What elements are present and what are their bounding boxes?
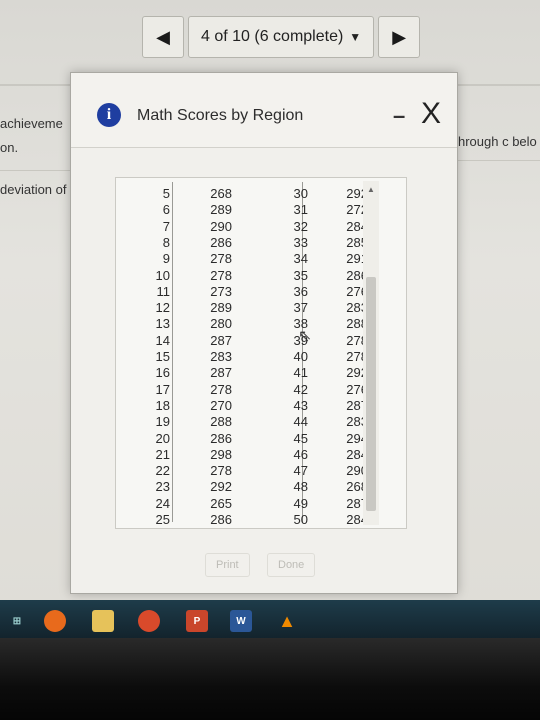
question-pager-dropdown[interactable]: 4 of 10 (6 complete) ▼	[188, 16, 375, 58]
desk-surface	[0, 638, 540, 720]
background-text-on: on.	[0, 140, 19, 155]
print-button[interactable]: Print	[205, 553, 250, 577]
table-row: 17 278 42 276	[128, 382, 378, 398]
table-row: 5 268 30 292	[128, 186, 378, 202]
table-row: 11 273 36 276	[128, 284, 378, 300]
minimize-icon[interactable]: –	[393, 103, 405, 129]
table-cell: 283	[346, 300, 368, 316]
dialog-title: Math Scores by Region	[137, 107, 304, 124]
table-row: 14 287 39 278	[128, 333, 378, 349]
table-row: 9 278 34 291	[128, 251, 378, 267]
table-cell: 285	[346, 234, 368, 250]
table-cell: 294	[346, 430, 368, 446]
table-cell: 291	[346, 251, 368, 267]
scroll-up-icon[interactable]: ▲	[367, 185, 375, 194]
background-text-achievement: achieveme	[0, 116, 63, 131]
table-cell: 284	[346, 512, 368, 527]
previous-question-button[interactable]: ◀	[142, 16, 184, 58]
table-row: 15 283 40 278	[128, 349, 378, 365]
windows-icon[interactable]: ⊞	[6, 610, 28, 632]
table-cell: 278	[346, 349, 368, 364]
scrollbar-thumb[interactable]	[366, 277, 376, 511]
table-row: 22 278 47 290	[128, 463, 378, 479]
next-question-button[interactable]: ▶	[378, 16, 421, 58]
table-row: 10 278 35 286	[128, 268, 378, 284]
powerpoint-icon[interactable]: P	[186, 610, 208, 632]
arrow-right-icon: ▶	[392, 26, 407, 47]
table-row: 20 286 45 294	[128, 431, 378, 447]
math-scores-dialog: i Math Scores by Region – X 5 268 30 292 6 28…	[70, 72, 458, 594]
background-divider-right	[456, 160, 540, 161]
background-text-deviation: deviation of	[0, 182, 67, 197]
table-cell: 276	[346, 283, 368, 299]
table-cell: 287	[346, 397, 368, 413]
vlc-icon[interactable]: ▲	[276, 610, 298, 632]
table-cell: 286	[346, 267, 368, 283]
table-cell: 292	[346, 186, 368, 201]
table-cell: 284	[346, 218, 368, 234]
word-icon[interactable]: W	[230, 610, 252, 632]
table-cell: 278	[346, 332, 368, 348]
table-cell: 288	[346, 316, 368, 332]
table-row: 23 292 48 268	[128, 479, 378, 495]
chevron-down-icon: ▼	[349, 30, 362, 44]
table-row: 7 290 32 284	[128, 219, 378, 235]
question-navigator: ◀ 4 of 10 (6 complete) ▼ ▶	[142, 14, 421, 60]
table-row: 8 286 33 285	[128, 235, 378, 251]
table-cell: 292	[346, 365, 368, 381]
scrollbar[interactable]: ▲	[363, 181, 379, 525]
table-cell: 287	[346, 495, 368, 511]
table-cell: 290	[346, 463, 368, 479]
table-cell: 284	[346, 446, 368, 462]
background-divider-left	[0, 170, 70, 171]
done-button[interactable]: Done	[267, 553, 316, 577]
firefox-icon[interactable]	[44, 610, 66, 632]
table-row: 16 287 41 292	[128, 365, 378, 381]
table-row: 25 286 50 284	[128, 512, 378, 528]
background-text-through: hrough c belo	[458, 134, 537, 149]
chrome-icon[interactable]	[138, 610, 160, 632]
file-explorer-icon[interactable]	[92, 610, 114, 632]
pager-text: 4 of 10 (6 complete)	[201, 28, 344, 45]
table-row: 19 288 44 283	[128, 414, 378, 430]
table-row: 18 270 43 287	[128, 398, 378, 414]
close-icon[interactable]: X	[421, 97, 441, 131]
mouse-cursor-icon: ⇖	[298, 328, 312, 345]
arrow-left-icon: ◀	[156, 26, 170, 47]
table-row: 24 265 49 287	[128, 496, 378, 512]
table-row: 13 280 38 288	[128, 316, 378, 332]
screen: ◀ 4 of 10 (6 complete) ▼ ▶ achieveme on.…	[0, 0, 540, 660]
table-cell: 283	[346, 414, 368, 430]
taskbar: ⊞ P W ▲	[0, 600, 540, 640]
table-row: 12 289 37 283	[128, 300, 378, 316]
table-cell: 272	[346, 202, 368, 218]
table-row: 21 298 46 284	[128, 447, 378, 463]
table-row: 6 289 31 272	[128, 202, 378, 218]
table-cell: 268	[346, 479, 368, 495]
dialog-header: i Math Scores by Region – X	[71, 73, 457, 148]
table-cell: 276	[346, 381, 368, 397]
info-icon: i	[97, 103, 121, 127]
